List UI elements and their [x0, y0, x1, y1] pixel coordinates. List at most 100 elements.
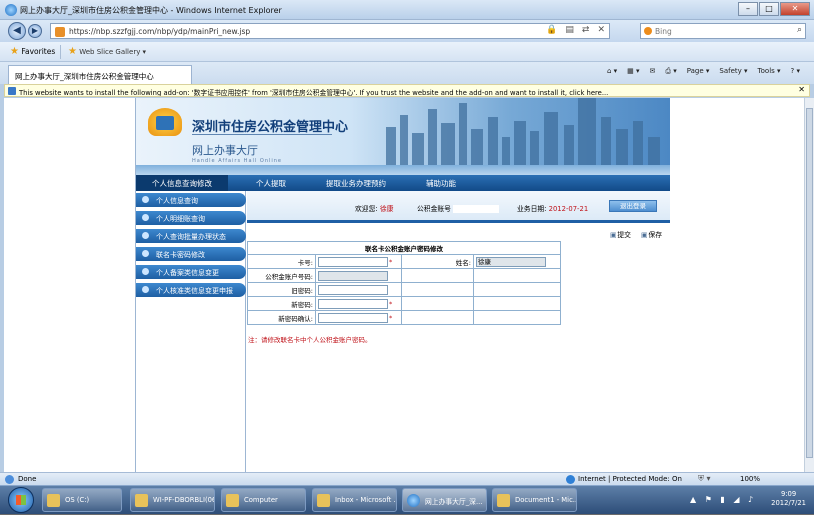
business-date: 业务日期: 2012-07-21 — [517, 203, 588, 213]
main-menu: 个人信息查询修改 个人提取 提取业务办理预约 辅助功能 — [136, 175, 670, 191]
user-bar: 欢迎您: 徐康 公积金账号 业务日期: 2012-07-21 退出登录 — [247, 191, 670, 223]
menu-info-query[interactable]: 个人信息查询修改 — [136, 175, 228, 191]
clock[interactable]: 9:09 2012/7/21 — [771, 490, 806, 508]
account-no-label: 公积金账户号码: — [247, 268, 316, 283]
add-favorite-icon: ★ — [68, 46, 77, 57]
card-input[interactable] — [318, 256, 388, 267]
favorites-label: Favorites — [21, 47, 56, 56]
menu-appointment[interactable]: 提取业务办理预约 — [326, 178, 386, 189]
sidebar: 个人信息查询 个人明细账查询 个人查询批量办理状态 联名卡密码修改 个人备案类信… — [136, 191, 246, 472]
favorites-bar: ★ Favorites ★ Web Slice Gallery ▾ — [0, 42, 814, 62]
ie-icon — [5, 4, 17, 16]
new-password-label: 新密码: — [247, 296, 316, 311]
start-button[interactable] — [8, 487, 34, 513]
safety-menu[interactable]: Safety ▾ — [719, 67, 747, 76]
shield-icon — [8, 87, 16, 95]
menu-assist[interactable]: 辅助功能 — [426, 178, 456, 189]
feeds-icon[interactable]: ▦ ▾ — [627, 67, 639, 76]
bing-icon — [644, 27, 652, 35]
sidebar-item-approval-change[interactable]: 个人核准类信息变更申报 — [136, 283, 246, 297]
print-icon[interactable]: ⎙ ▾ — [665, 67, 676, 76]
taskbar-item-word[interactable]: Document1 - Mic... — [492, 488, 577, 512]
clock-date: 2012/7/21 — [771, 499, 806, 507]
infobar-close-icon[interactable]: ✕ — [798, 85, 805, 94]
sidebar-item-ledger[interactable]: 个人明细账查询 — [136, 211, 246, 225]
account-field: 公积金账号 — [417, 203, 500, 213]
site-banner: 深圳市住房公积金管理中心 网上办事大厅 Handle Affairs Hall … — [136, 98, 670, 175]
old-password-label: 旧密码: — [247, 282, 316, 297]
date-label: 业务日期: — [517, 205, 547, 213]
certificate-icon[interactable]: ▤ — [565, 25, 574, 35]
minimize-button[interactable]: – — [738, 2, 758, 16]
page-status-icon — [5, 475, 14, 484]
clock-time: 9:09 — [780, 490, 797, 498]
search-placeholder[interactable]: Bing — [655, 27, 672, 36]
favorites-divider — [60, 45, 61, 59]
help-icon[interactable]: ? ▾ — [791, 67, 800, 76]
name-field: 徐康 — [476, 256, 546, 267]
compat-icon[interactable]: ⇄ — [582, 25, 590, 35]
favorites-button[interactable]: ★ Favorites — [10, 46, 55, 57]
taskbar: OS (C:) WI-PF-DBORBLI(06) Computer Inbox… — [0, 485, 814, 514]
banner-divider — [192, 134, 332, 135]
tray-icons[interactable]: ▲ ⚑ ▮ ◢ ♪ — [690, 495, 756, 504]
address-bar[interactable]: https://nbp.szzfgjj.com/nbp/ydp/mainPri_… — [50, 23, 610, 39]
close-button[interactable]: ✕ — [780, 2, 810, 16]
menu-withdraw[interactable]: 个人提取 — [256, 178, 286, 189]
stop-icon[interactable]: ✕ — [597, 25, 605, 35]
taskbar-item-computer[interactable]: Computer — [221, 488, 306, 512]
maximize-button[interactable]: □ — [759, 2, 779, 16]
sidebar-item-record-change[interactable]: 个人备案类信息变更 — [136, 265, 246, 279]
page-menu[interactable]: Page ▾ — [687, 67, 710, 76]
home-icon[interactable]: ⌂ ▾ — [607, 67, 617, 76]
window-title: 网上办事大厅_深圳市住房公积金管理中心 - Windows Internet E… — [20, 6, 282, 15]
security-zone[interactable]: Internet | Protected Mode: On — [578, 475, 682, 483]
account-label: 公积金账号 — [417, 205, 451, 213]
web-slice-label: Web Slice Gallery ▾ — [79, 48, 147, 56]
confirm-password-input[interactable] — [318, 312, 388, 323]
new-password-input[interactable] — [318, 298, 388, 309]
logout-button[interactable]: 退出登录 — [609, 200, 657, 212]
form-caption: 联名卡公积金账户密码修改 — [247, 241, 561, 255]
page-content: 深圳市住房公积金管理中心 网上办事大厅 Handle Affairs Hall … — [4, 98, 804, 472]
status-done: Done — [18, 475, 37, 483]
navigation-bar: ◀ ▶ https://nbp.szzfgjj.com/nbp/ydp/main… — [0, 20, 814, 42]
lock-icon[interactable]: 🔒 — [546, 25, 557, 35]
zoom-level[interactable]: 100% — [740, 475, 760, 483]
save-button[interactable]: 保存 — [641, 229, 662, 239]
mail-icon[interactable]: ✉ — [650, 67, 656, 76]
globe-icon — [566, 475, 575, 484]
search-icon[interactable]: ⌕ — [797, 25, 802, 35]
vertical-scrollbar[interactable] — [804, 98, 814, 472]
infobar-text[interactable]: This website wants to install the follow… — [19, 89, 608, 96]
ie-window: 网上办事大厅_深圳市住房公积金管理中心 - Windows Internet E… — [0, 0, 814, 514]
web-slice-gallery[interactable]: ★ Web Slice Gallery ▾ — [68, 46, 146, 57]
search-box[interactable]: Bing ⌕ — [640, 23, 806, 39]
sidebar-item-batch-status[interactable]: 个人查询批量办理状态 — [136, 229, 246, 243]
system-tray: ▲ ⚑ ▮ ◢ ♪ 9:09 2012/7/21 — [674, 486, 814, 515]
user-name: 徐康 — [379, 205, 394, 213]
protected-mode-icon[interactable]: ⛨ ▾ — [698, 474, 711, 484]
submit-button[interactable]: 提交 — [610, 229, 631, 239]
sidebar-item-card-password[interactable]: 联名卡密码修改 — [136, 247, 246, 261]
star-icon: ★ — [10, 46, 19, 57]
taskbar-item-ie[interactable]: 网上办事大厅_深... — [402, 488, 487, 512]
welcome-text: 欢迎您: 徐康 — [355, 203, 393, 213]
password-form: 联名卡公积金账户密码修改 卡号: * 姓名: 徐康 公积金账户号码: 旧密码: — [247, 241, 561, 325]
old-password-input[interactable] — [318, 284, 388, 295]
taskbar-item-outlook[interactable]: Inbox - Microsoft ... — [312, 488, 397, 512]
addon-infobar[interactable]: This website wants to install the follow… — [4, 84, 810, 97]
tools-menu[interactable]: Tools ▾ — [758, 67, 781, 76]
hall-name-en: Handle Affairs Hall Online — [192, 158, 283, 164]
sidebar-item-info-query[interactable]: 个人信息查询 — [136, 193, 246, 207]
welcome-label: 欢迎您: — [355, 205, 378, 213]
address-url[interactable]: https://nbp.szzfgjj.com/nbp/ydp/mainPri_… — [69, 27, 250, 36]
browser-tab[interactable]: 网上办事大厅_深圳市住房公积金管理中心 — [8, 65, 192, 84]
forward-button[interactable]: ▶ — [28, 24, 42, 38]
form-note: 注：请修改联名卡中个人公积金账户密码。 — [248, 336, 372, 344]
taskbar-item-folder[interactable]: WI-PF-DBORBLI(06) — [130, 488, 215, 512]
site-container: 深圳市住房公积金管理中心 网上办事大厅 Handle Affairs Hall … — [135, 98, 670, 472]
taskbar-item-drive[interactable]: OS (C:) — [42, 488, 122, 512]
back-button[interactable]: ◀ — [8, 22, 26, 40]
card-label: 卡号: — [247, 254, 316, 269]
